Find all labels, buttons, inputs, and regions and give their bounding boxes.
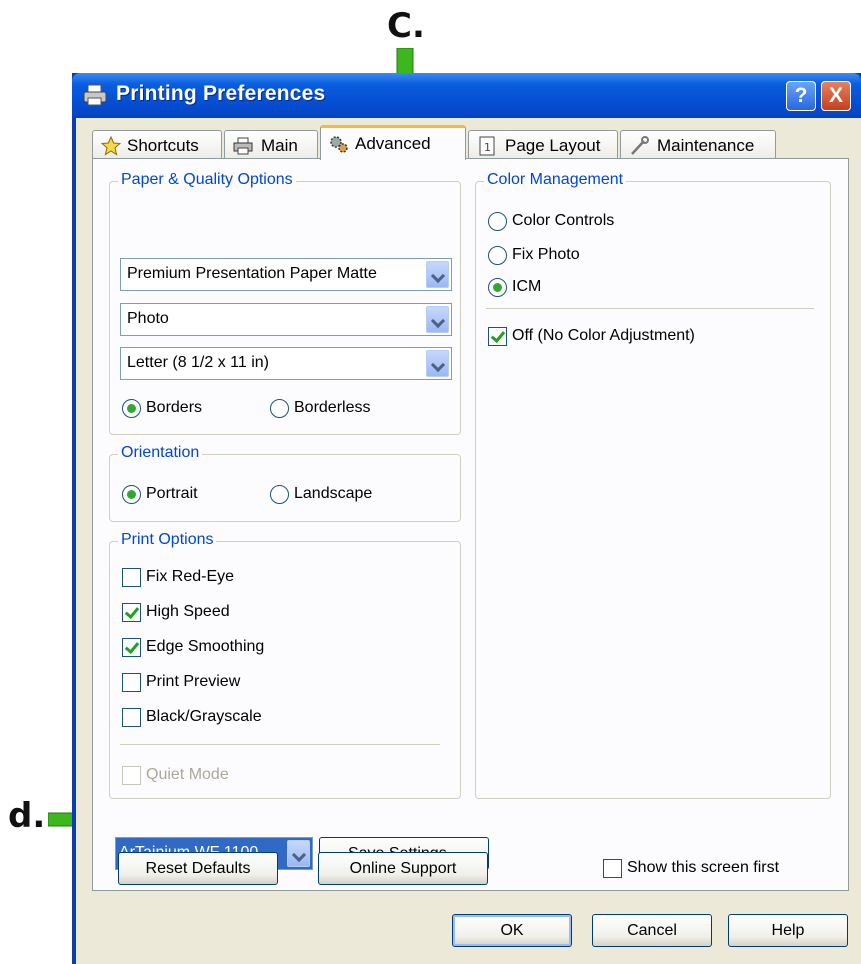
orientation-title: Orientation xyxy=(118,444,203,462)
tab-maintenance[interactable]: Maintenance xyxy=(620,130,776,160)
chevron-down-icon[interactable] xyxy=(426,306,449,333)
help-button[interactable]: Help xyxy=(728,914,848,947)
annotation-d-label: d. xyxy=(8,796,46,836)
cancel-button[interactable]: Cancel xyxy=(592,914,712,947)
print-options-title: Print Options xyxy=(118,531,217,549)
edge-smoothing-label: Edge Smoothing xyxy=(146,638,265,655)
quality-value: Photo xyxy=(127,310,169,327)
dialog-body: Shortcuts Main Advanced 1 Page Layout Ma… xyxy=(76,118,861,964)
show-this-screen-first-label: Show this screen first xyxy=(627,859,780,876)
landscape-label: Landscape xyxy=(294,485,373,502)
printing-preferences-dialog: Printing Preferences ? X Shortcuts Main … xyxy=(72,73,861,964)
fix-photo-label: Fix Photo xyxy=(512,246,580,263)
printer-icon xyxy=(83,84,107,106)
paper-quality-title: Paper & Quality Options xyxy=(118,171,296,189)
icm-radio[interactable] xyxy=(488,278,507,297)
paper-type-select[interactable]: Premium Presentation Paper Matte xyxy=(120,258,452,291)
color-management-divider xyxy=(486,308,814,309)
ok-button[interactable]: OK xyxy=(452,914,572,947)
quiet-mode-label: Quiet Mode xyxy=(146,766,229,783)
title-bar[interactable]: Printing Preferences ? X xyxy=(72,73,861,118)
help-title-button[interactable]: ? xyxy=(786,81,816,111)
chevron-down-icon[interactable] xyxy=(287,840,310,867)
gears-icon xyxy=(330,136,348,153)
reset-defaults-button[interactable]: Reset Defaults xyxy=(118,852,278,885)
color-management-group: Color Management Color Controls Fix Phot… xyxy=(475,171,831,799)
paper-quality-group: Paper & Quality Options Premium Presenta… xyxy=(109,171,461,435)
fix-red-eye-label: Fix Red-Eye xyxy=(146,568,235,585)
off-no-color-adjustment-label: Off (No Color Adjustment) xyxy=(512,327,695,344)
close-button[interactable]: X xyxy=(821,81,851,111)
tab-advanced[interactable]: Advanced xyxy=(320,125,466,160)
wrench-icon xyxy=(631,136,649,155)
tab-label: Page Layout xyxy=(505,136,601,155)
paper-type-value: Premium Presentation Paper Matte xyxy=(127,265,377,282)
window-title: Printing Preferences xyxy=(116,82,326,105)
tab-label: Maintenance xyxy=(657,136,755,155)
paper-size-value: Letter (8 1/2 x 11 in) xyxy=(127,354,269,371)
color-management-title: Color Management xyxy=(484,171,627,189)
borderless-label: Borderless xyxy=(294,399,371,416)
black-grayscale-checkbox[interactable] xyxy=(122,708,141,727)
high-speed-checkbox[interactable] xyxy=(122,603,141,622)
annotation-c-label: C. xyxy=(387,6,425,46)
black-grayscale-label: Black/Grayscale xyxy=(146,708,262,725)
portrait-label: Portrait xyxy=(146,485,198,502)
fix-red-eye-checkbox[interactable] xyxy=(122,568,141,587)
show-this-screen-first-checkbox[interactable] xyxy=(603,859,622,878)
fix-photo-radio[interactable] xyxy=(488,246,507,265)
paper-size-select[interactable]: Letter (8 1/2 x 11 in) xyxy=(120,347,452,380)
tab-main[interactable]: Main xyxy=(224,130,318,160)
chevron-down-icon[interactable] xyxy=(426,261,449,288)
portrait-radio[interactable] xyxy=(122,485,141,504)
borders-radio[interactable] xyxy=(122,399,141,418)
svg-text:1: 1 xyxy=(484,141,491,154)
quiet-mode-checkbox xyxy=(122,766,141,785)
chevron-down-icon[interactable] xyxy=(426,350,449,377)
advanced-tab-panel: Paper & Quality Options Premium Presenta… xyxy=(92,158,849,891)
icm-label: ICM xyxy=(512,278,542,295)
star-icon xyxy=(101,136,121,156)
quality-select[interactable]: Photo xyxy=(120,303,452,336)
online-support-button[interactable]: Online Support xyxy=(318,852,488,885)
high-speed-label: High Speed xyxy=(146,603,230,620)
print-options-divider xyxy=(120,744,440,745)
tab-shortcuts[interactable]: Shortcuts xyxy=(92,130,222,160)
off-no-color-adjustment-checkbox[interactable] xyxy=(488,327,507,346)
printer-icon xyxy=(233,137,253,155)
orientation-group: Orientation Portrait Landscape xyxy=(109,444,461,522)
tab-page-layout[interactable]: 1 Page Layout xyxy=(468,130,618,160)
borderless-radio[interactable] xyxy=(270,399,289,418)
borders-label: Borders xyxy=(146,399,203,416)
tab-label: Shortcuts xyxy=(127,136,199,155)
print-options-group: Print Options Fix Red-Eye High Speed Edg… xyxy=(109,531,461,799)
edge-smoothing-checkbox[interactable] xyxy=(122,638,141,657)
tab-label: Advanced xyxy=(355,134,431,153)
tab-label: Main xyxy=(261,136,298,155)
print-preview-checkbox[interactable] xyxy=(122,673,141,692)
landscape-radio[interactable] xyxy=(270,485,289,504)
print-preview-label: Print Preview xyxy=(146,673,241,690)
color-controls-label: Color Controls xyxy=(512,212,615,229)
color-controls-radio[interactable] xyxy=(488,212,507,231)
page-icon: 1 xyxy=(479,136,495,156)
